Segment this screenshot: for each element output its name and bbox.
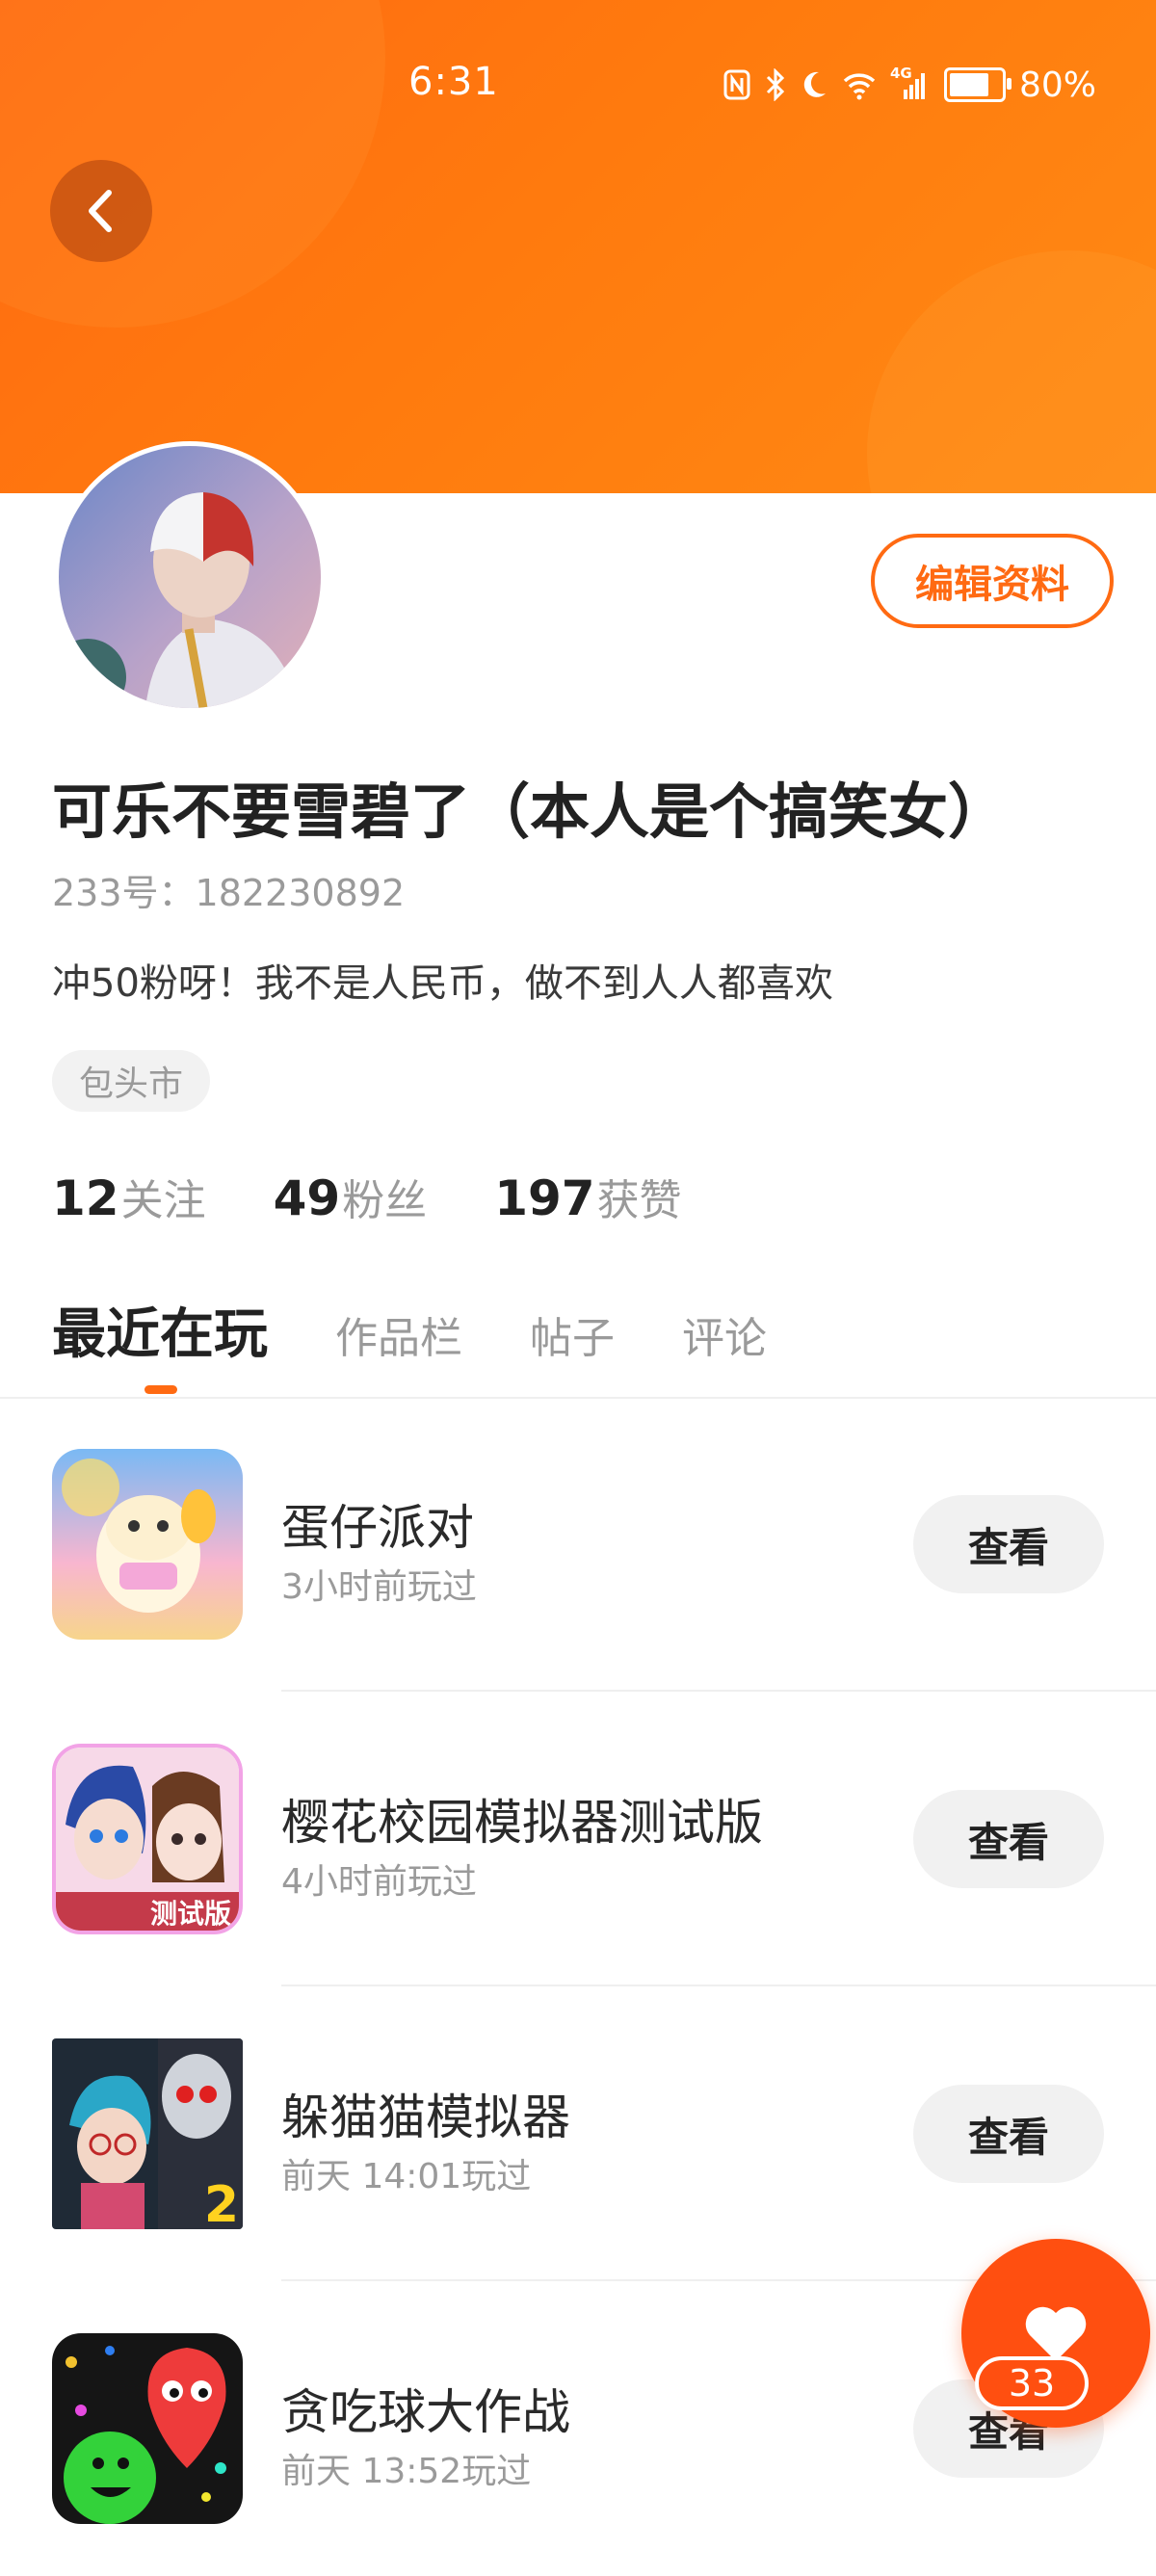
stat-number: 49 xyxy=(273,1170,341,1226)
heart-icon xyxy=(1025,2306,1087,2361)
last-played-time: 3小时前玩过 xyxy=(281,1567,477,1607)
do-not-disturb-moon-icon xyxy=(803,71,826,97)
list-item[interactable]: 蛋仔派对 3小时前玩过 查看 xyxy=(0,1397,1156,1692)
stat-following[interactable]: 12关注 xyxy=(52,1166,206,1227)
cellular-signal-icon: 4G xyxy=(890,65,931,101)
stat-followers[interactable]: 49粉丝 xyxy=(274,1166,428,1227)
last-played-time: 前天 13:52玩过 xyxy=(281,2452,532,2491)
stat-number: 197 xyxy=(494,1170,595,1226)
status-time: 6:31 xyxy=(408,60,499,104)
stat-number: 12 xyxy=(52,1170,119,1226)
tab-posts[interactable]: 帖子 xyxy=(530,1303,615,1365)
battery-percent: 80% xyxy=(1018,65,1096,105)
bluetooth-icon xyxy=(766,68,785,101)
battery-icon xyxy=(943,67,1012,102)
status-bar: 6:31 4G 80% xyxy=(0,56,1156,114)
list-item[interactable]: 2 躲猫猫模拟器 前天 14:01玩过 查看 xyxy=(0,1986,1156,2281)
location-tag: 包头市 xyxy=(52,1050,211,1112)
user-id: 233号：182230892 xyxy=(52,872,406,914)
banner-decoration xyxy=(0,0,385,328)
nickname: 可乐不要雪碧了（本人是个搞笑女） xyxy=(52,776,1009,847)
stat-label: 关注 xyxy=(120,1176,206,1225)
last-played-time: 前天 14:01玩过 xyxy=(281,2157,532,2196)
game-name: 蛋仔派对 xyxy=(281,1500,474,1556)
stat-likes[interactable]: 197获赞 xyxy=(494,1166,681,1227)
tab-recently-played[interactable]: 最近在玩 xyxy=(52,1291,268,1369)
game-icon-hide-and-seek: 2 xyxy=(52,2038,243,2229)
view-button[interactable]: 查看 xyxy=(913,1495,1104,1593)
game-icon-ball-battle xyxy=(52,2333,243,2524)
stat-label: 获赞 xyxy=(596,1176,682,1225)
stats-row: 12关注 49粉丝 197获赞 xyxy=(52,1166,682,1227)
game-name: 躲猫猫模拟器 xyxy=(281,2090,570,2145)
like-count-badge: 33 xyxy=(975,2356,1089,2410)
chevron-left-icon xyxy=(89,190,112,232)
nfc-icon xyxy=(723,69,750,100)
tab-comments[interactable]: 评论 xyxy=(682,1303,767,1365)
active-tab-indicator xyxy=(144,1385,177,1394)
view-button[interactable]: 查看 xyxy=(913,1790,1104,1888)
wifi-icon xyxy=(843,73,876,100)
avatar-frame xyxy=(54,441,326,713)
game-icon-text: 测试版 xyxy=(150,1898,231,1930)
back-button[interactable] xyxy=(50,160,152,262)
banner-decoration xyxy=(867,250,1156,493)
stat-label: 粉丝 xyxy=(342,1176,428,1225)
game-name: 樱花校园模拟器测试版 xyxy=(281,1795,763,1851)
view-button[interactable]: 查看 xyxy=(913,2085,1104,2183)
status-icons: 4G 80% xyxy=(722,56,1096,114)
last-played-time: 4小时前玩过 xyxy=(281,1862,477,1902)
tab-works[interactable]: 作品栏 xyxy=(335,1303,462,1365)
bio: 冲50粉呀！我不是人民币，做不到人人都喜欢 xyxy=(52,961,833,1006)
list-item[interactable]: 测试版 樱花校园模拟器测试版 4小时前玩过 查看 xyxy=(0,1692,1156,1986)
profile-tabs: 最近在玩 作品栏 帖子 评论 xyxy=(52,1291,834,1369)
game-icon-text: 2 xyxy=(204,2176,239,2229)
edit-profile-button[interactable]: 编辑资料 xyxy=(871,534,1114,628)
game-icon-eggy-party xyxy=(52,1449,243,1640)
game-icon-sakura-school: 测试版 xyxy=(52,1744,243,1934)
avatar[interactable] xyxy=(59,446,321,708)
game-name: 贪吃球大作战 xyxy=(281,2384,570,2440)
